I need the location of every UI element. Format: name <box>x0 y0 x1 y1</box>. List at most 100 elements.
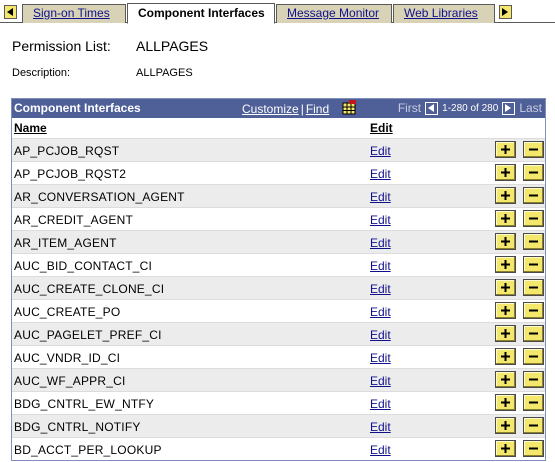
edit-link[interactable]: Edit <box>370 236 391 250</box>
triangle-left-icon <box>428 104 435 112</box>
column-header-name[interactable]: Name <box>14 121 47 135</box>
delete-row-button[interactable] <box>523 440 544 457</box>
delete-row-button[interactable] <box>523 302 544 319</box>
table-row: AUC_CREATE_PO Edit <box>12 299 545 322</box>
delete-row-button[interactable] <box>523 233 544 250</box>
edit-link[interactable]: Edit <box>370 190 391 204</box>
add-row-button[interactable] <box>495 371 516 388</box>
component-interface-name: BDG_CNTRL_NOTIFY <box>14 420 141 434</box>
add-row-button[interactable] <box>495 440 516 457</box>
plus-icon <box>501 375 510 384</box>
plus-icon <box>501 444 510 453</box>
table-row: AUC_WF_APPR_CI Edit <box>12 368 545 391</box>
permission-list-label: Permission List: <box>12 38 111 54</box>
delete-row-button[interactable] <box>523 371 544 388</box>
previous-page-button[interactable] <box>425 101 439 115</box>
delete-row-button[interactable] <box>523 256 544 273</box>
grid-header: Component Interfaces Customize | Find Firs… <box>12 99 545 118</box>
edit-link[interactable]: Edit <box>370 213 391 227</box>
component-interface-name: AUC_WF_APPR_CI <box>14 374 126 388</box>
column-header-edit[interactable]: Edit <box>370 121 393 135</box>
next-page-button[interactable] <box>502 101 516 115</box>
plus-icon <box>501 398 510 407</box>
component-interface-name: AP_PCJOB_RQST <box>14 144 120 158</box>
triangle-right-icon <box>505 104 512 112</box>
edit-link[interactable]: Edit <box>370 259 391 273</box>
grid-rows: AP_PCJOB_RQST Edit AP_PCJOB_RQST2 Edit AR_CO… <box>12 138 545 460</box>
delete-row-button[interactable] <box>523 187 544 204</box>
plus-icon <box>501 260 510 269</box>
delete-row-button[interactable] <box>523 141 544 158</box>
tab-label: Web Libraries <box>404 6 478 20</box>
customize-link[interactable]: Customize <box>242 102 299 116</box>
component-interface-name: AP_PCJOB_RQST2 <box>14 167 127 181</box>
grid-title: Component Interfaces <box>14 101 141 115</box>
add-row-button[interactable] <box>495 302 516 319</box>
plus-icon <box>501 329 510 338</box>
edit-link[interactable]: Edit <box>370 305 391 319</box>
add-row-button[interactable] <box>495 348 516 365</box>
tab-label: Sign-on Times <box>33 6 110 20</box>
edit-link[interactable]: Edit <box>370 351 391 365</box>
minus-icon <box>529 286 538 289</box>
component-interface-name: AUC_VNDR_ID_CI <box>14 351 121 365</box>
first-link[interactable]: First <box>398 101 421 115</box>
add-row-button[interactable] <box>495 164 516 181</box>
component-interface-name: AUC_PAGELET_PREF_CI <box>14 328 162 342</box>
tab-component-interfaces[interactable]: Component Interfaces <box>127 3 275 24</box>
component-interface-name: AUC_BID_CONTACT_CI <box>14 259 153 273</box>
minus-icon <box>529 401 538 404</box>
add-row-button[interactable] <box>495 279 516 296</box>
last-link[interactable]: Last <box>519 101 542 115</box>
minus-icon <box>529 240 538 243</box>
add-row-button[interactable] <box>495 325 516 342</box>
add-row-button[interactable] <box>495 233 516 250</box>
permission-list-value: ALLPAGES <box>136 38 209 54</box>
add-row-button[interactable] <box>495 256 516 273</box>
component-interfaces-grid: Component Interfaces Customize | Find Firs… <box>11 98 546 461</box>
delete-row-button[interactable] <box>523 279 544 296</box>
edit-link[interactable]: Edit <box>370 144 391 158</box>
add-row-button[interactable] <box>495 141 516 158</box>
plus-icon <box>501 191 510 200</box>
minus-icon <box>529 217 538 220</box>
tab-web-libraries[interactable]: Web Libraries <box>393 4 495 23</box>
delete-row-button[interactable] <box>523 394 544 411</box>
add-row-button[interactable] <box>495 417 516 434</box>
minus-icon <box>529 378 538 381</box>
delete-row-button[interactable] <box>523 210 544 227</box>
edit-link[interactable]: Edit <box>370 374 391 388</box>
minus-icon <box>529 194 538 197</box>
table-row: AUC_VNDR_ID_CI Edit <box>12 345 545 368</box>
edit-link[interactable]: Edit <box>370 282 391 296</box>
minus-icon <box>529 332 538 335</box>
component-interface-name: AUC_CREATE_PO <box>14 305 121 319</box>
delete-row-button[interactable] <box>523 164 544 181</box>
add-row-button[interactable] <box>495 187 516 204</box>
tab-scroll-right-button[interactable] <box>499 5 512 19</box>
delete-row-button[interactable] <box>523 348 544 365</box>
component-interface-name: AUC_CREATE_CLONE_CI <box>14 282 165 296</box>
delete-row-button[interactable] <box>523 417 544 434</box>
download-grid-icon[interactable] <box>342 100 356 115</box>
plus-icon <box>501 421 510 430</box>
edit-link[interactable]: Edit <box>370 443 391 457</box>
edit-link[interactable]: Edit <box>370 328 391 342</box>
edit-link[interactable]: Edit <box>370 420 391 434</box>
tab-sign-on-times[interactable]: Sign-on Times <box>22 4 126 23</box>
tab-scroll-left-button[interactable] <box>4 5 17 19</box>
minus-icon <box>529 355 538 358</box>
plus-icon <box>501 237 510 246</box>
add-row-button[interactable] <box>495 394 516 411</box>
add-row-button[interactable] <box>495 210 516 227</box>
component-interface-name: BD_ACCT_PER_LOOKUP <box>14 443 162 457</box>
tab-message-monitor[interactable]: Message Monitor <box>276 4 392 23</box>
edit-link[interactable]: Edit <box>370 167 391 181</box>
find-link[interactable]: Find <box>306 102 329 116</box>
plus-icon <box>501 283 510 292</box>
minus-icon <box>529 171 538 174</box>
plus-icon <box>501 214 510 223</box>
delete-row-button[interactable] <box>523 325 544 342</box>
edit-link[interactable]: Edit <box>370 397 391 411</box>
grid-navigation: First 1-280 of 280 Last <box>398 101 542 115</box>
